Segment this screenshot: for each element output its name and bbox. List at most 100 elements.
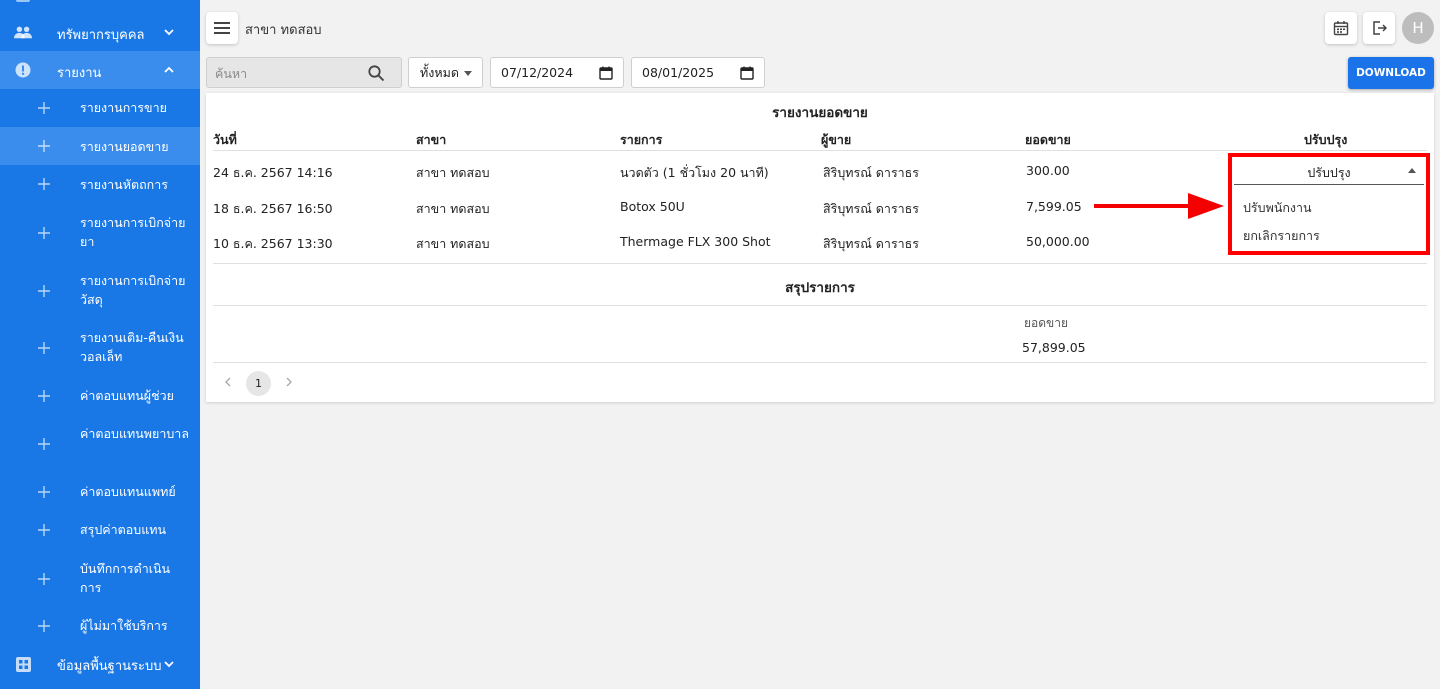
plus-icon [38, 178, 50, 190]
cell-seller: สิริบุทรณ์ ดาราธร [823, 165, 920, 180]
sidebar-item-label: รายงานการขาย [80, 100, 167, 115]
hamburger-icon [214, 22, 230, 34]
avatar[interactable]: H [1402, 12, 1434, 44]
settings-icon [16, 0, 30, 2]
sidebar-item-label: รายงานการเบิกจ่ายวัสดุ [80, 273, 186, 307]
sidebar-section-label: ทรัพยากรบุคคล [57, 28, 145, 43]
plus-icon [38, 342, 50, 354]
status-select[interactable]: ทั้งหมด [408, 57, 483, 88]
search-icon[interactable] [367, 64, 385, 82]
cell-branch: สาขา ทดสอบ [416, 165, 490, 180]
cell-seller: สิริบุทรณ์ ดาราธร [823, 201, 920, 216]
grid-icon [14, 655, 32, 673]
sidebar-section-reports[interactable]: รายงาน [0, 51, 200, 89]
sidebar-item-procedure-report[interactable]: รายงานหัตถการ [0, 165, 200, 203]
cell-amount: 300.00 [1026, 163, 1070, 178]
sidebar-item-supply-dispense-report[interactable]: รายงานการเบิกจ่ายวัสดุ [0, 261, 200, 319]
search-input[interactable] [215, 63, 365, 83]
logout-button[interactable] [1363, 12, 1395, 44]
logout-icon [1373, 21, 1387, 35]
plus-icon [38, 390, 50, 402]
sidebar-item-label: ผู้ไม่มาใช้บริการ [80, 618, 168, 633]
menu-button[interactable] [206, 12, 238, 44]
date-from-value: 07/12/2024 [501, 65, 574, 80]
sidebar-item-assistant-compensation[interactable]: ค่าตอบแทนผู้ช่วย [0, 377, 200, 415]
date-to-input[interactable]: 08/01/2025 [631, 57, 765, 88]
sidebar-item-no-show[interactable]: ผู้ไม่มาใช้บริการ [0, 607, 200, 645]
people-icon [14, 23, 32, 41]
branch-title: สาขา ทดสอบ [245, 23, 322, 38]
plus-icon [38, 573, 50, 585]
cell-branch: สาขา ทดสอบ [416, 236, 490, 251]
highlight-box [1228, 153, 1430, 255]
calendar-icon[interactable] [599, 66, 613, 80]
calendar-icon [1333, 21, 1349, 36]
sidebar-item-label: ค่าตอบแทนผู้ช่วย [80, 388, 174, 403]
sidebar-item-wallet-report[interactable]: รายงานเติม-คืนเงินวอลเล็ท [0, 319, 200, 377]
table-divider [213, 263, 1427, 264]
cell-item: นวดตัว (1 ชั่วโมง 20 นาที) [620, 165, 769, 180]
sidebar-item-label: รายงานหัตถการ [80, 177, 168, 192]
summary-title: สรุปรายการ [785, 280, 855, 296]
sidebar-item-label: สรุปค่าตอบแทน [80, 522, 167, 537]
next-page-icon[interactable] [283, 376, 295, 388]
sidebar-section-label: ข้อมูลพื้นฐานระบบ [57, 659, 162, 674]
caret-down-icon [464, 71, 472, 76]
chevron-up-icon [164, 66, 174, 73]
sidebar-item-label: รายงานเติม-คืนเงินวอลเล็ท [80, 330, 184, 364]
sidebar-item-label: รายงานยอดขาย [80, 139, 169, 154]
sidebar-item-doctor-compensation[interactable]: ค่าตอบแทนแพทย์ [0, 473, 200, 511]
cell-date: 18 ธ.ค. 2567 16:50 [213, 201, 333, 216]
sidebar-item-sales-report[interactable]: รายงานการขาย [0, 89, 200, 127]
prev-page-icon[interactable] [222, 376, 234, 388]
summary-amount-label: ยอดขาย [1024, 316, 1069, 330]
sidebar-item-label: รายงานการเบิกจ่ายยา [80, 215, 186, 249]
summary-divider [213, 305, 1427, 306]
report-title: รายงานยอดขาย [772, 105, 868, 121]
chevron-down-icon [164, 661, 174, 668]
sidebar-item-label: ค่าตอบแทนพยาบาล [80, 426, 189, 441]
sidebar-item-activity-log[interactable]: บันทึกการดำเนินการ [0, 549, 200, 607]
cell-item: Botox 50U [620, 199, 685, 214]
cell-date: 10 ธ.ค. 2567 13:30 [213, 236, 333, 251]
cell-item: Thermage FLX 300 Shot [620, 234, 771, 249]
calendar-icon[interactable] [740, 66, 754, 80]
sidebar-item-nurse-compensation[interactable]: ค่าตอบแทนพยาบาล [0, 415, 200, 473]
calendar-button[interactable] [1325, 12, 1357, 44]
plus-icon [38, 227, 50, 239]
plus-icon [38, 524, 50, 536]
page-button[interactable]: 1 [246, 371, 271, 396]
plus-icon [38, 102, 50, 114]
date-from-input[interactable]: 07/12/2024 [490, 57, 624, 88]
column-header-amount: ยอดขาย [1025, 132, 1071, 147]
sidebar-item-drug-dispense-report[interactable]: รายงานการเบิกจ่ายยา [0, 203, 200, 261]
sidebar-item-compensation-summary[interactable]: สรุปค่าตอบแทน [0, 511, 200, 549]
plus-icon [38, 438, 50, 450]
page-number: 1 [255, 377, 262, 390]
download-button[interactable]: DOWNLOAD [1348, 57, 1434, 89]
cell-branch: สาขา ทดสอบ [416, 201, 490, 216]
cell-seller: สิริบุทรณ์ ดาราธร [823, 236, 920, 251]
sidebar-item-sales-total-report[interactable]: รายงานยอดขาย [0, 127, 200, 165]
plus-icon [38, 285, 50, 297]
column-header-seller: ผู้ขาย [821, 132, 852, 147]
annotation-arrow [1094, 193, 1224, 219]
plus-icon [38, 620, 50, 632]
sidebar-section-label: รายงาน [57, 66, 102, 81]
sidebar-section-master-data[interactable]: ข้อมูลพื้นฐานระบบ [0, 645, 200, 683]
summary-bottom-divider [213, 362, 1427, 363]
table-header-divider [213, 150, 1427, 151]
column-header-adjust: ปรับปรุง [1304, 132, 1348, 147]
alert-circle-icon [14, 61, 32, 79]
sidebar: ทรัพยากรบุคคล รายงาน รายงานการขาย รายงาน… [0, 0, 200, 689]
cell-amount: 50,000.00 [1026, 234, 1090, 249]
column-header-date: วันที่ [213, 132, 237, 147]
sidebar-item-label: บันทึกการดำเนินการ [80, 561, 171, 595]
cell-date: 24 ธ.ค. 2567 14:16 [213, 165, 333, 180]
avatar-initial: H [1412, 19, 1424, 37]
column-header-branch: สาขา [416, 132, 447, 147]
summary-amount-value: 57,899.05 [1022, 340, 1086, 355]
sidebar-section-hr[interactable]: ทรัพยากรบุคคล [0, 13, 200, 51]
date-to-value: 08/01/2025 [642, 65, 715, 80]
chevron-down-icon [164, 29, 174, 36]
